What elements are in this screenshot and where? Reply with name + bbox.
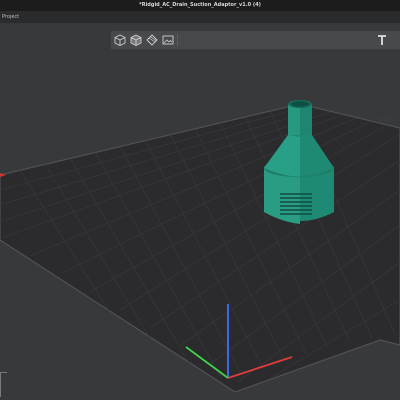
3d-viewport[interactable]: ▭ ▭ ▭ xyxy=(0,23,400,400)
corner-resize-handle[interactable] xyxy=(0,372,7,397)
cube-view-icon[interactable] xyxy=(113,33,127,47)
red-marker-icon xyxy=(0,173,6,177)
text-tool-icon[interactable] xyxy=(375,33,389,47)
window-titlebar: *Ridgid_AC_Drain_Suction_Adaptor_v1.0 (4… xyxy=(0,0,400,11)
svg-text:▭ ▭ ▭: ▭ ▭ ▭ xyxy=(378,117,396,123)
view-toolbar xyxy=(111,31,400,50)
menu-project[interactable]: Project xyxy=(2,11,19,23)
window-title: *Ridgid_AC_Drain_Suction_Adaptor_v1.0 (4… xyxy=(139,2,261,8)
image-view-icon[interactable] xyxy=(161,33,175,47)
layers-view-icon[interactable] xyxy=(145,33,159,47)
shaded-cube-view-icon[interactable] xyxy=(129,33,143,47)
toolbar-separator xyxy=(177,34,178,46)
menu-bar: Project xyxy=(0,11,400,23)
